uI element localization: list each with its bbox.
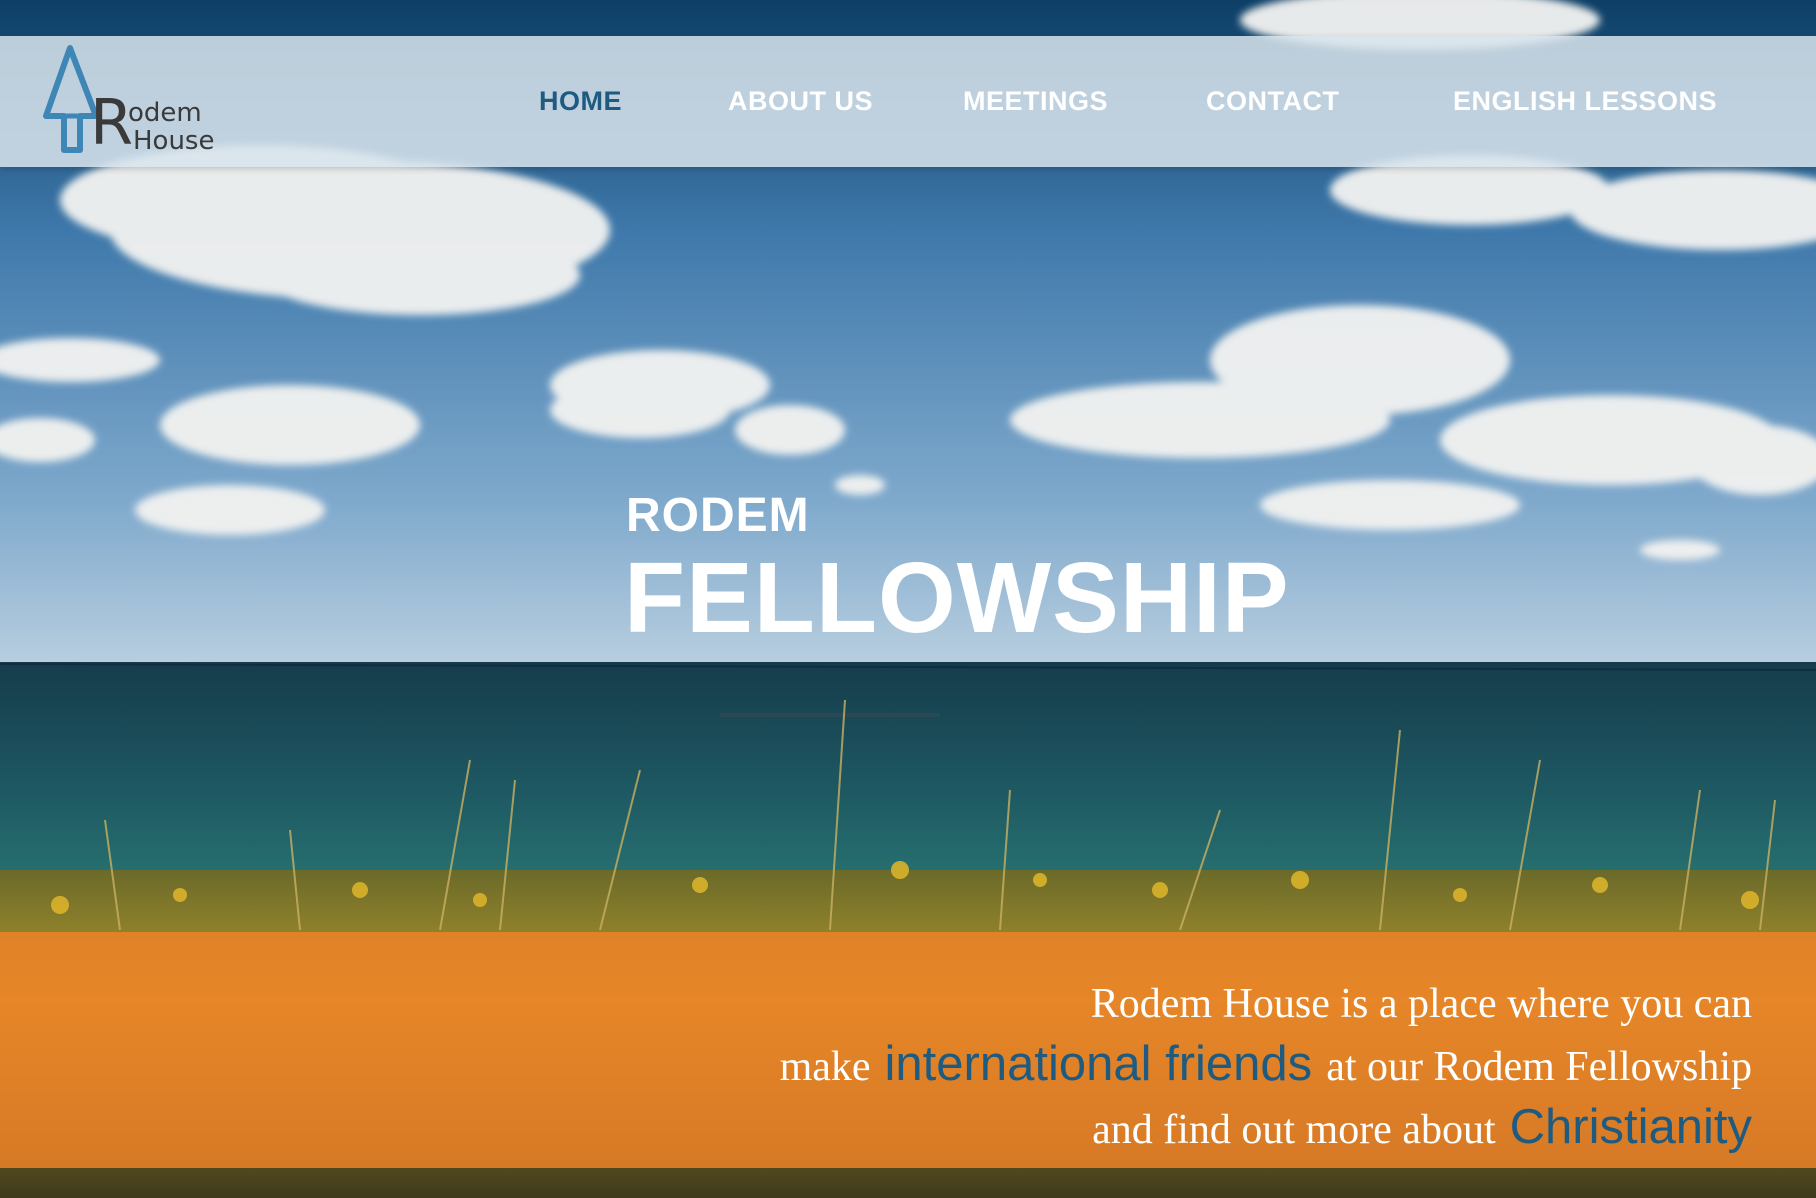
tagline-line2-before: make	[779, 1044, 871, 1090]
tagline-line1: Rodem House is a place where you can	[1090, 981, 1752, 1027]
nav-item-about-us[interactable]: ABOUT US	[728, 86, 873, 117]
hero-subtitle: RODEM	[626, 489, 810, 542]
tagline-line2: make international friends at our Rodem Fe…	[780, 1034, 1752, 1097]
hero-title: FELLOWSHIP	[624, 542, 1290, 654]
logo-text-line2: House	[133, 126, 215, 156]
top-navigation-bar: R odem House HOME ABOUT US MEETINGS CONT…	[0, 36, 1816, 167]
nav-item-english-lessons[interactable]: ENGLISH LESSONS	[1453, 86, 1717, 117]
tagline-line2-after: at our Rodem Fellowship	[1326, 1044, 1752, 1090]
tagline-text: Rodem House is a place where you can mak…	[780, 974, 1752, 1160]
logo-initial: R	[90, 86, 134, 159]
tagline-line3-before: and find out more about	[1092, 1107, 1496, 1153]
logo-text-line1: odem	[128, 98, 202, 128]
nav-item-home[interactable]: HOME	[539, 86, 622, 117]
rodem-house-logo[interactable]: R odem House	[38, 44, 218, 156]
tagline-highlight-christianity: Christianity	[1509, 1100, 1752, 1154]
tagline-highlight-international-friends: international friends	[884, 1037, 1313, 1091]
tagline-banner: Rodem House is a place where you can mak…	[0, 932, 1816, 1168]
nav-item-meetings[interactable]: MEETINGS	[963, 86, 1108, 117]
landing-page: R odem House HOME ABOUT US MEETINGS CONT…	[0, 0, 1816, 1198]
nav-item-contact[interactable]: CONTACT	[1206, 86, 1339, 117]
tagline-line3: and find out more about Christianity	[780, 1097, 1752, 1160]
